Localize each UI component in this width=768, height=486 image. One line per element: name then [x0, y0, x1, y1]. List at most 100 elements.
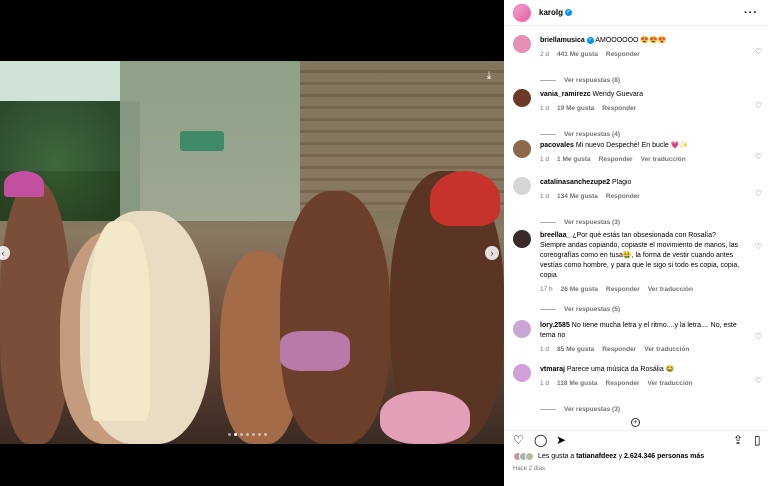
comment-text: AMOOOOOO 😍😍😍 [595, 37, 667, 44]
verified-badge-icon: ✓ [565, 9, 573, 17]
comment-like-heart-icon[interactable]: ♡ [755, 101, 762, 110]
translate-button[interactable]: Ver traducción [648, 286, 693, 293]
carousel-dot [240, 433, 243, 436]
comment-text: No tiene mucha letra y el ritmo....y la … [540, 322, 737, 339]
view-replies-button[interactable]: Ver respuestas (4) [540, 131, 620, 138]
comment-like-heart-icon[interactable]: ♡ [755, 376, 762, 385]
commenter-username[interactable]: briellamusica [540, 37, 585, 44]
commenter-avatar[interactable] [513, 89, 531, 107]
reply-button[interactable]: Responder [602, 346, 636, 353]
carousel-dot [228, 433, 231, 436]
author-username[interactable]: karolg ✓ [539, 8, 573, 17]
reply-button[interactable]: Responder [606, 286, 640, 293]
view-replies-button[interactable]: Ver respuestas (8) [540, 77, 620, 84]
translate-button[interactable]: Ver traducción [644, 346, 689, 353]
comment-body: catalinasanchezupe2 Plagio 1 d 134 Me gust… [540, 178, 740, 202]
repost-icon[interactable]: ⇪ [733, 433, 743, 447]
heart-icon[interactable]: ♡ [513, 433, 524, 447]
comment-likes[interactable]: 134 Me gusta [557, 193, 598, 200]
photo-person-top [280, 331, 350, 371]
photo-person-hair [90, 221, 150, 421]
bookmark-icon[interactable]: ▯ [754, 433, 761, 447]
photo-person [280, 191, 390, 444]
comment-body: lory.2585 No tiene mucha letra y el ritm… [540, 321, 740, 355]
commenter-username[interactable]: breellaa_ [540, 232, 570, 239]
download-icon[interactable]: ⤓ [482, 70, 496, 84]
reply-button[interactable]: Responder [606, 51, 640, 58]
comment-time: 1 d [540, 105, 550, 112]
carousel-dot [246, 433, 249, 436]
comment-meta: 1 d 85 Me gusta Responder Ver traducción [540, 345, 740, 355]
media-area: ⤓ ‹ › [0, 0, 504, 486]
comment-text: Mi nuevo Despeché! En bucle 💗✨ [575, 142, 689, 149]
commenter-username[interactable]: catalinasanchezupe2 [540, 179, 610, 186]
carousel-dots [228, 433, 267, 436]
action-bar: ♡ ◯ ➤ ⇪ ▯ [504, 430, 768, 450]
comment-like-heart-icon[interactable]: ♡ [755, 47, 762, 56]
more-icon[interactable]: ··· [744, 7, 758, 19]
comment-meta: 1 d 19 Me gusta Responder [540, 104, 740, 114]
comment-likes[interactable]: 1 Me gusta [557, 156, 591, 163]
comment-likes[interactable]: 85 Me gusta [557, 346, 594, 353]
comment-like-heart-icon[interactable]: ♡ [755, 242, 762, 251]
liker-username[interactable]: tatianafdeez [576, 453, 616, 460]
photo-person [380, 391, 470, 444]
commenter-username[interactable]: pacovales [540, 142, 574, 149]
comment-time: 2 d [540, 51, 550, 58]
comment-meta: 1 d 134 Me gusta Responder [540, 192, 740, 202]
comment-text: ¿Por qué estás tan obsesionada con Rosal… [540, 232, 740, 279]
comment-time: 1 d [540, 193, 550, 200]
carousel-next-button[interactable]: › [485, 246, 499, 260]
photo-person-hat [4, 171, 44, 197]
translate-button[interactable]: Ver traducción [641, 156, 686, 163]
commenter-username[interactable]: lory.2585 [540, 322, 570, 329]
likes-summary[interactable]: Les gusta a tatianafdeez y 2.624.346 per… [513, 452, 704, 461]
reply-button[interactable]: Responder [606, 193, 640, 200]
commenter-avatar[interactable] [513, 140, 531, 158]
comment-body: briellamusica ✓ AMOOOOOO 😍😍😍 2 d 441 Me gus… [540, 36, 740, 60]
commenter-username[interactable]: vtmaraj [540, 366, 565, 373]
comment-time: 17 h [540, 286, 553, 293]
comment-time: 1 d [540, 156, 550, 163]
comment-icon[interactable]: ◯ [534, 433, 547, 447]
commenter-avatar[interactable] [513, 177, 531, 195]
commenter-avatar[interactable] [513, 35, 531, 53]
comment-time: 1 d [540, 380, 550, 387]
commenter-username[interactable]: vania_ramirezc [540, 91, 591, 98]
post-panel: karolg ✓ ··· briellamusica ✓ AMOOOOOO 😍😍😍 2… [504, 0, 768, 486]
view-replies-button[interactable]: Ver respuestas (5) [540, 306, 620, 313]
share-icon[interactable]: ➤ [556, 433, 566, 447]
verified-badge-icon: ✓ [586, 36, 594, 44]
author-avatar[interactable] [513, 3, 531, 22]
comment-body: breellaa_ ¿Por qué estás tan obsesionada… [540, 231, 740, 295]
carousel-dot [258, 433, 261, 436]
commenter-avatar[interactable] [513, 364, 531, 382]
comment-like-heart-icon[interactable]: ♡ [755, 332, 762, 341]
comment-text: Wendy Guevara [592, 91, 643, 98]
comment-likes[interactable]: 118 Me gusta [557, 380, 597, 387]
commenter-avatar[interactable] [513, 320, 531, 338]
view-replies-button[interactable]: Ver respuestas (3) [540, 406, 620, 413]
carousel-dot [264, 433, 267, 436]
comment-likes[interactable]: 26 Me gusta [561, 286, 598, 293]
commenter-avatar[interactable] [513, 230, 531, 248]
translate-button[interactable]: Ver traducción [647, 380, 692, 387]
carousel-dot [252, 433, 255, 436]
likes-count[interactable]: 2.624.346 personas más [624, 453, 704, 460]
post-photo[interactable] [0, 61, 504, 444]
comment-time: 1 d [540, 346, 550, 353]
comment-likes[interactable]: 441 Me gusta [557, 51, 598, 58]
comment-like-heart-icon[interactable]: ♡ [755, 152, 762, 161]
reply-button[interactable]: Responder [606, 380, 640, 387]
comment-body: pacovales Mi nuevo Despeché! En bucle 💗✨… [540, 141, 740, 165]
comment-meta: 1 d 118 Me gusta Responder Ver traducción [540, 379, 740, 389]
reply-button[interactable]: Responder [602, 105, 636, 112]
carousel-dot [234, 433, 237, 436]
comment-meta: 17 h 26 Me gusta Responder Ver traducción [540, 285, 740, 295]
comment-likes[interactable]: 19 Me gusta [557, 105, 594, 112]
reply-button[interactable]: Responder [599, 156, 633, 163]
comment-like-heart-icon[interactable]: ♡ [755, 189, 762, 198]
comment-text: Plagio [611, 179, 632, 186]
view-replies-button[interactable]: Ver respuestas (3) [540, 219, 620, 226]
load-more-comments-icon[interactable]: + [631, 418, 640, 427]
